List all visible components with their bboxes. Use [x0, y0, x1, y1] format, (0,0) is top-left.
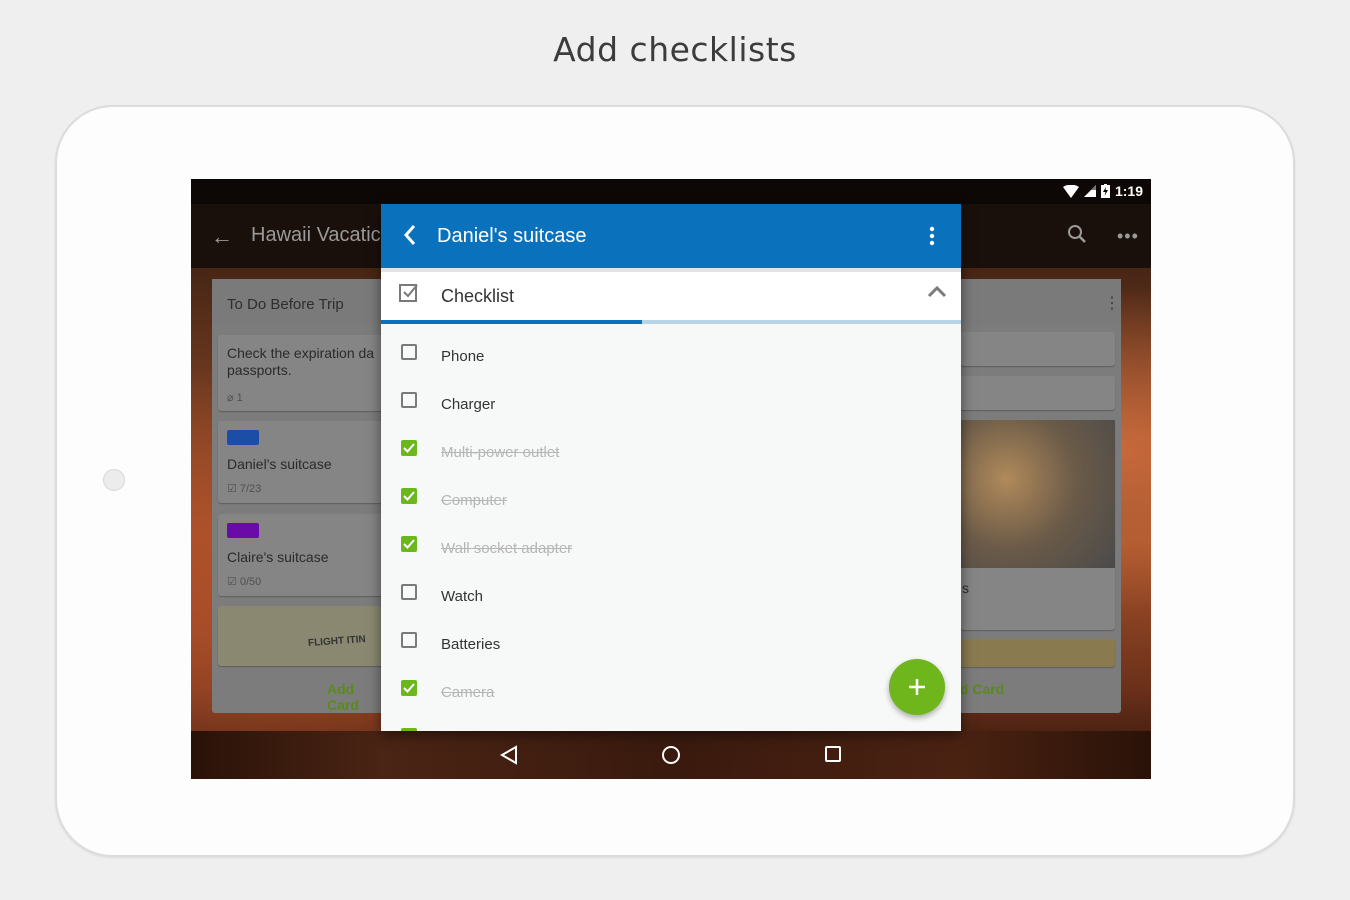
checkbox-unchecked[interactable] [401, 584, 417, 600]
checkbox-checked[interactable] [401, 680, 417, 696]
checklist-item-label: Batteries [441, 636, 501, 653]
dialog-header: Daniel's suitcase [381, 204, 961, 268]
checkbox-checked[interactable] [401, 536, 417, 552]
checklist-item-label: Multi-power outlet [441, 444, 560, 461]
checklist-progress-bar [381, 320, 961, 324]
checklist-item-label: Phone [441, 348, 485, 365]
checklist-title: Checklist [441, 286, 515, 306]
checklist-item[interactable]: Computer [381, 478, 961, 526]
check-icon [403, 491, 415, 501]
more-vert-icon[interactable] [929, 226, 935, 246]
checkbox-checked[interactable] [401, 728, 417, 731]
checkbox-unchecked[interactable] [401, 632, 417, 648]
checklist-item[interactable]: Watch [381, 574, 961, 622]
chevron-up-icon[interactable] [927, 284, 947, 298]
checklist-icon [399, 284, 418, 302]
checkbox-unchecked[interactable] [401, 392, 417, 408]
plus-icon [909, 679, 925, 695]
device-screen: 1:19 ← Hawaii Vacatic ••• To Do Before T… [191, 179, 1151, 779]
checklist-item-label: Charger [441, 396, 496, 413]
checklist-item-label: Watch [441, 588, 483, 605]
check-icon [403, 443, 415, 453]
checklist-item-label: Wall socket adapter [441, 540, 573, 557]
checklist-item[interactable]: Charger [381, 382, 961, 430]
checklist-item-label: Camera [441, 684, 495, 701]
checklist-progress-fill [381, 320, 642, 324]
check-icon [403, 683, 415, 693]
checkbox-checked[interactable] [401, 440, 417, 456]
check-icon [403, 730, 415, 731]
checklist-item[interactable]: Batteries [381, 622, 961, 670]
checkbox-checked[interactable] [401, 488, 417, 504]
checklist-item[interactable] [381, 718, 961, 731]
dialog-title: Daniel's suitcase [437, 225, 587, 247]
checklist-item[interactable]: Phone [381, 334, 961, 382]
tablet-home-button [103, 469, 125, 491]
page-headline: Add checklists [553, 30, 797, 69]
checklist-item[interactable]: Multi-power outlet [381, 430, 961, 478]
check-icon [403, 539, 415, 549]
checklist-item-label: Computer [441, 492, 507, 509]
checklist-section-header[interactable]: Checklist [381, 268, 961, 324]
checklist-item[interactable]: Wall socket adapter [381, 526, 961, 574]
chevron-left-icon[interactable] [403, 224, 417, 246]
checklist-item[interactable]: Camera [381, 670, 961, 718]
card-detail-dialog: Daniel's suitcase Checklist Phone Charger… [381, 204, 961, 731]
add-item-fab[interactable] [889, 659, 945, 715]
checkbox-unchecked[interactable] [401, 344, 417, 360]
